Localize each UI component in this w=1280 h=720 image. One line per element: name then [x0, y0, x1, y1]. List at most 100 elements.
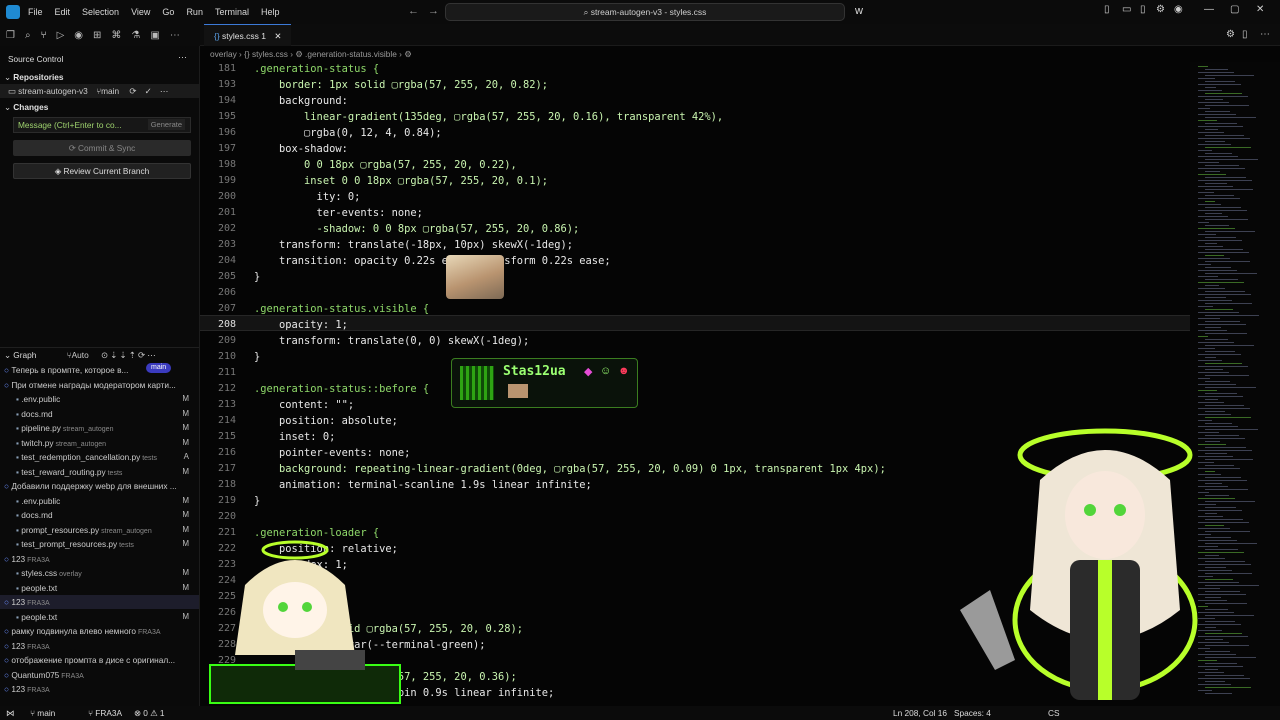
line-number[interactable]: 214: [200, 415, 236, 426]
line-number[interactable]: 212: [200, 383, 236, 394]
graph-file-item[interactable]: ▪ .env.public M: [0, 392, 199, 406]
docker-icon[interactable]: ▣: [150, 30, 159, 41]
line-number[interactable]: 217: [200, 463, 236, 474]
line-number[interactable]: 201: [200, 207, 236, 218]
line-number[interactable]: 203: [200, 239, 236, 250]
graph-file-item[interactable]: ▪ people.txt M: [0, 610, 199, 624]
changes-header[interactable]: ⌄ Changes: [0, 100, 199, 114]
forward-arrow-icon[interactable]: →: [428, 5, 439, 17]
line-number[interactable]: 199: [200, 175, 236, 186]
indentation[interactable]: Spaces: 4: [954, 706, 991, 720]
minimize-icon[interactable]: —: [1204, 4, 1214, 15]
graph-file-item[interactable]: ▪ test_redemption_cancellation.py tests A: [0, 450, 199, 464]
back-arrow-icon[interactable]: ←: [408, 5, 419, 17]
settings-gear-icon[interactable]: ⚙: [1156, 4, 1165, 15]
repositories-header[interactable]: ⌄ Repositories: [0, 70, 199, 84]
line-number[interactable]: 193: [200, 79, 236, 90]
commit-sync-button[interactable]: ⟳ Commit & Sync: [13, 140, 191, 156]
repository-item[interactable]: ▭ stream-autogen-v3 ⑂main ⟳ ✓ ⋯: [0, 84, 199, 98]
testing-icon[interactable]: ⚗: [131, 30, 140, 41]
graph-file-item[interactable]: ▪ prompt_resources.py stream_autogen M: [0, 523, 199, 537]
graph-commit-item[interactable]: ○ При отмене награды модератором карти..…: [0, 378, 199, 392]
user-indicator[interactable]: ⑂ FRA3A: [88, 706, 122, 720]
line-number[interactable]: 209: [200, 335, 236, 346]
graph-file-item[interactable]: ▪ people.txt M: [0, 581, 199, 595]
graph-file-item[interactable]: ▪ test_prompt_resources.py tests M: [0, 537, 199, 551]
graph-commit-item[interactable]: ○ Quantum075 FRA3A: [0, 668, 199, 682]
review-branch-button[interactable]: ◈ Review Current Branch: [13, 163, 191, 179]
run-debug-icon[interactable]: ▷: [57, 30, 65, 41]
line-number[interactable]: 218: [200, 479, 236, 490]
more-actions-icon[interactable]: ⋯: [1260, 29, 1270, 40]
open-changes-icon[interactable]: ⚙: [1226, 29, 1235, 40]
toggle-sidebar-icon[interactable]: ▯: [1104, 4, 1110, 15]
language-mode[interactable]: CS: [1048, 706, 1060, 720]
tab-styles-css[interactable]: {} styles.css 1 ✕: [204, 24, 292, 46]
toggle-secondary-sidebar-icon[interactable]: ▯: [1140, 4, 1146, 15]
explorer-icon[interactable]: ❐: [6, 30, 15, 41]
menu-view[interactable]: View: [125, 7, 156, 17]
menu-go[interactable]: Go: [156, 7, 180, 17]
commit-check-icon[interactable]: ✓: [145, 86, 152, 96]
repo-more-icon[interactable]: ⋯: [160, 86, 168, 96]
line-number[interactable]: 205: [200, 271, 236, 282]
line-number[interactable]: 213: [200, 399, 236, 410]
menu-terminal[interactable]: Terminal: [209, 7, 255, 17]
graph-commit-item[interactable]: ○ 123 FRA3A: [0, 682, 199, 696]
graph-file-item[interactable]: ▪ docs.md M: [0, 508, 199, 522]
graph-file-item[interactable]: ▪ twitch.py stream_autogen M: [0, 436, 199, 450]
line-number[interactable]: 210: [200, 351, 236, 362]
cursor-position[interactable]: Ln 208, Col 16: [893, 706, 947, 720]
line-number[interactable]: 202: [200, 223, 236, 234]
menu-edit[interactable]: Edit: [49, 7, 77, 17]
toggle-panel-icon[interactable]: ▭: [1122, 4, 1131, 15]
command-center-search[interactable]: ⌕ stream-autogen-v3 - styles.css: [445, 3, 845, 21]
account-icon[interactable]: ◉: [1174, 4, 1183, 15]
graph-commit-item[interactable]: ○ отображение промпта в дисе с оригинал.…: [0, 653, 199, 667]
line-number[interactable]: 206: [200, 287, 236, 298]
extensions-icon[interactable]: ⊞: [93, 30, 101, 41]
graph-commit-item[interactable]: ○ Добавили поддержку webp для внешних ..…: [0, 479, 199, 493]
remote-indicator-icon[interactable]: ⋈: [6, 706, 14, 720]
problems-indicator[interactable]: ⊗ 0 ⚠ 1: [134, 706, 165, 720]
graph-commit-item[interactable]: ○ 123 FRA3A: [0, 552, 199, 566]
maximize-icon[interactable]: ▢: [1230, 4, 1239, 15]
search-view-icon[interactable]: ⌕: [25, 30, 31, 41]
generate-button[interactable]: Generate: [147, 119, 185, 130]
menu-file[interactable]: File: [22, 7, 49, 17]
graph-file-item[interactable]: ▪ docs.md M: [0, 407, 199, 421]
graph-file-item[interactable]: ▪ styles.css overlay M: [0, 566, 199, 580]
line-number[interactable]: 181: [200, 63, 236, 74]
line-number[interactable]: 200: [200, 191, 236, 202]
line-number[interactable]: 196: [200, 127, 236, 138]
menu-run[interactable]: Run: [180, 7, 209, 17]
line-number[interactable]: 194: [200, 95, 236, 106]
remote-icon[interactable]: ⌘: [111, 30, 121, 41]
line-number[interactable]: 195: [200, 111, 236, 122]
close-icon[interactable]: ✕: [1256, 4, 1264, 15]
line-number[interactable]: 211: [200, 367, 236, 378]
line-number[interactable]: 208: [200, 319, 236, 330]
line-number[interactable]: 207: [200, 303, 236, 314]
graph-commit-item[interactable]: ○ рамку подвинула влево немного FRA3A: [0, 624, 199, 638]
branch-indicator[interactable]: ⑂ main: [30, 706, 55, 720]
source-control-icon[interactable]: ⑂: [41, 30, 47, 41]
line-number[interactable]: 198: [200, 159, 236, 170]
line-number[interactable]: 204: [200, 255, 236, 266]
sidebar-more-icon[interactable]: ⋯: [178, 52, 187, 63]
graph-commit-item[interactable]: ○ 123 FRA3A: [0, 639, 199, 653]
more-icon[interactable]: ⋯: [170, 30, 180, 41]
menu-help[interactable]: Help: [255, 7, 286, 17]
graph-file-item[interactable]: ▪ test_reward_routing.py tests M: [0, 465, 199, 479]
copilot-icon[interactable]: ᴡ: [855, 5, 863, 17]
graph-header[interactable]: ⌄ Graph ⑂Auto ⊙ ⇣ ⇣ ⇡ ⟳ ⋯: [0, 347, 199, 361]
line-number[interactable]: 197: [200, 143, 236, 154]
split-editor-icon[interactable]: ▯: [1242, 29, 1248, 40]
record-icon[interactable]: ◉: [74, 30, 83, 41]
menu-selection[interactable]: Selection: [76, 7, 125, 17]
line-number[interactable]: 219: [200, 495, 236, 506]
line-number[interactable]: 215: [200, 431, 236, 442]
line-number[interactable]: 220: [200, 511, 236, 522]
graph-action-icons[interactable]: ⊙ ⇣ ⇣ ⇡ ⟳ ⋯: [101, 350, 156, 360]
tab-close-icon[interactable]: ✕: [274, 31, 281, 41]
